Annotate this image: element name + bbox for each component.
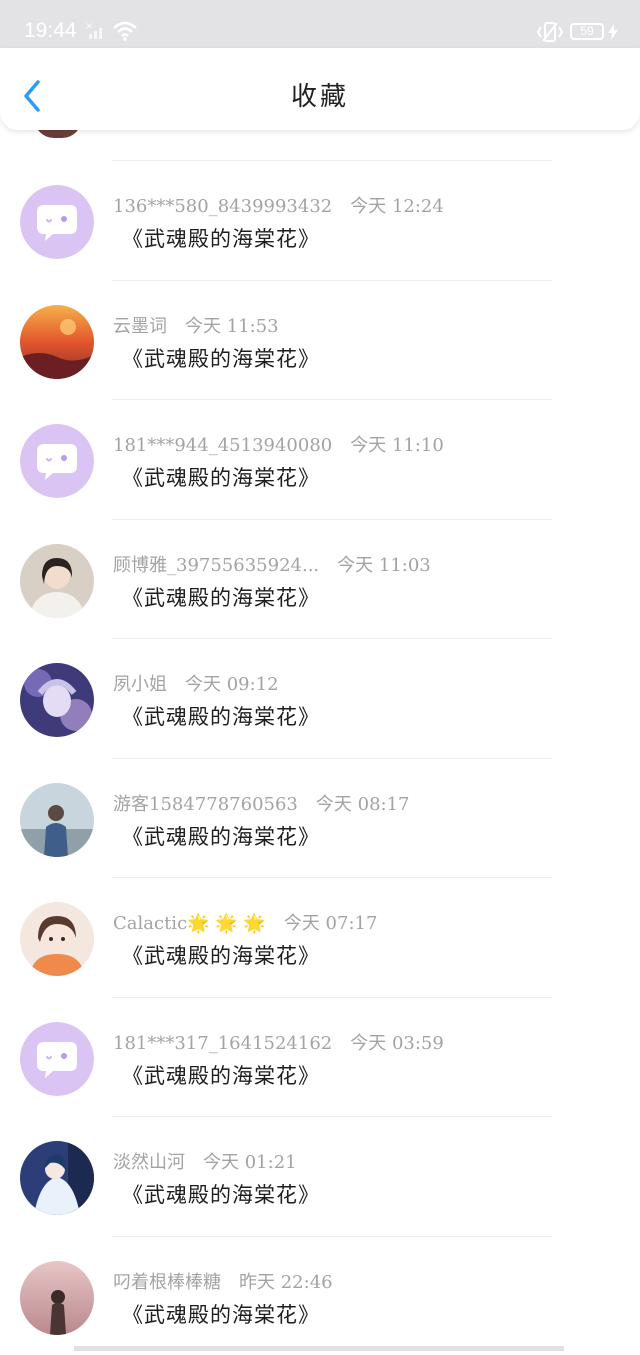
comment-meta: 夙小姐 今天 09:12 — [113, 670, 279, 696]
divider — [112, 518, 552, 520]
divider — [112, 877, 552, 878]
list-item[interactable]: 夙小姐 今天 09:12 《武魂殿的海棠花》 — [0, 638, 640, 757]
list-item[interactable]: 游客1584778760563 今天 08:17 《武魂殿的海棠花》 — [0, 757, 640, 877]
svg-text:×: × — [85, 21, 93, 32]
timestamp: 今天 01:21 — [203, 1152, 297, 1173]
comment-meta: Calactic🌟 🌟 🌟 今天 07:17 — [113, 909, 377, 935]
avatar[interactable] — [20, 304, 94, 379]
avatar[interactable] — [20, 1260, 94, 1335]
list-item[interactable]: 叼着根棒棒糖 昨天 22:46 《武魂殿的海棠花》 — [0, 1235, 640, 1355]
comment-text: 《武魂殿的海棠花》 — [122, 944, 320, 968]
timestamp: 昨天 22:46 — [239, 1271, 333, 1293]
comment-meta: 游客1584778760563 今天 08:17 — [113, 790, 410, 816]
comment-meta: 云墨词 今天 11:53 — [113, 312, 279, 338]
comment-text: 《武魂殿的海棠花》 — [122, 1302, 320, 1327]
username[interactable]: 顾博雅_39755635924... — [113, 555, 319, 576]
divider — [112, 399, 552, 400]
username[interactable]: 游客1584778760563 — [113, 794, 298, 815]
divider — [112, 279, 552, 281]
avatar[interactable] — [20, 782, 94, 857]
scrollbar — [74, 1346, 564, 1351]
username[interactable]: 云墨词 — [113, 316, 167, 337]
list-item[interactable]: 136***580_8439993432 今天 12:24 《武魂殿的海棠花》 — [0, 160, 640, 279]
comment-text: 《武魂殿的海棠花》 — [122, 466, 320, 490]
comment-meta: 181***317_1641524162 今天 03:59 — [113, 1029, 444, 1055]
list-item[interactable]: 顾博雅_39755635924... 今天 11:03 《武魂殿的海棠花》 — [0, 518, 640, 638]
timestamp: 今天 09:12 — [185, 674, 279, 695]
comment-text: 《武魂殿的海棠花》 — [122, 585, 320, 610]
divider — [112, 638, 552, 639]
signal-icon: × — [85, 21, 102, 39]
app-header: 收藏 — [0, 48, 640, 130]
status-bar: 19:44 × 59 — [0, 0, 640, 48]
username[interactable]: 叼着根棒棒糖 — [113, 1272, 221, 1293]
charging-icon — [608, 24, 618, 40]
timestamp: 今天 11:10 — [350, 435, 444, 456]
comment-text: 《武魂殿的海棠花》 — [122, 346, 320, 371]
divider — [112, 160, 552, 161]
divider — [112, 1235, 552, 1237]
avatar[interactable] — [20, 663, 94, 737]
timestamp: 今天 12:24 — [350, 196, 444, 217]
timestamp: 今天 11:53 — [185, 315, 279, 337]
list-item[interactable]: 淡然山河 今天 01:21 《武魂殿的海棠花》 — [0, 1116, 640, 1235]
timestamp: 今天 08:17 — [315, 793, 410, 815]
divider — [112, 996, 552, 998]
vibrate-icon — [536, 22, 564, 42]
page-title: 收藏 — [290, 82, 349, 112]
avatar[interactable] — [20, 902, 94, 976]
status-time: 19:44 — [24, 19, 77, 42]
comment-text: 《武魂殿的海棠花》 — [122, 227, 320, 251]
avatar[interactable] — [20, 1141, 94, 1215]
avatar[interactable] — [20, 185, 94, 259]
username[interactable]: 136***580_8439993432 — [113, 196, 332, 217]
timestamp: 今天 07:17 — [283, 913, 378, 934]
username[interactable]: 181***944_4513940080 — [113, 435, 332, 456]
divider — [112, 757, 552, 759]
comment-text: 《武魂殿的海棠花》 — [122, 705, 320, 729]
comment-meta: 181***944_4513940080 今天 11:10 — [113, 431, 444, 457]
avatar[interactable] — [20, 424, 94, 498]
comment-text: 《武魂殿的海棠花》 — [122, 1183, 320, 1207]
timestamp: 今天 11:03 — [337, 554, 431, 576]
list-item[interactable]: 云墨词 今天 11:53 《武魂殿的海棠花》 — [0, 279, 640, 399]
username[interactable]: Calactic🌟 🌟 🌟 — [113, 913, 266, 934]
comment-meta: 叼着根棒棒糖 昨天 22:46 — [113, 1268, 333, 1294]
wifi-icon — [113, 21, 137, 41]
username[interactable]: 淡然山河 — [113, 1152, 185, 1173]
avatar[interactable] — [20, 1021, 94, 1096]
comment-meta: 136***580_8439993432 今天 12:24 — [113, 192, 444, 218]
list-item[interactable]: 181***944_4513940080 今天 11:10 《武魂殿的海棠花》 — [0, 399, 640, 518]
list-item[interactable]: 181***317_1641524162 今天 03:59 《武魂殿的海棠花》 — [0, 996, 640, 1116]
comment-text: 《武魂殿的海棠花》 — [122, 824, 320, 849]
comment-text: 《武魂殿的海棠花》 — [122, 1063, 320, 1088]
battery-icon: 59 — [570, 23, 604, 40]
timestamp: 今天 03:59 — [350, 1032, 444, 1054]
username[interactable]: 181***317_1641524162 — [113, 1033, 332, 1054]
comment-meta: 淡然山河 今天 01:21 — [113, 1148, 297, 1174]
divider — [112, 1116, 552, 1117]
username[interactable]: 夙小姐 — [113, 674, 167, 695]
comment-meta: 顾博雅_39755635924... 今天 11:03 — [113, 551, 431, 577]
list-item[interactable]: Calactic🌟 🌟 🌟 今天 07:17 《武魂殿的海棠花》 — [0, 877, 640, 996]
avatar[interactable] — [20, 543, 94, 618]
